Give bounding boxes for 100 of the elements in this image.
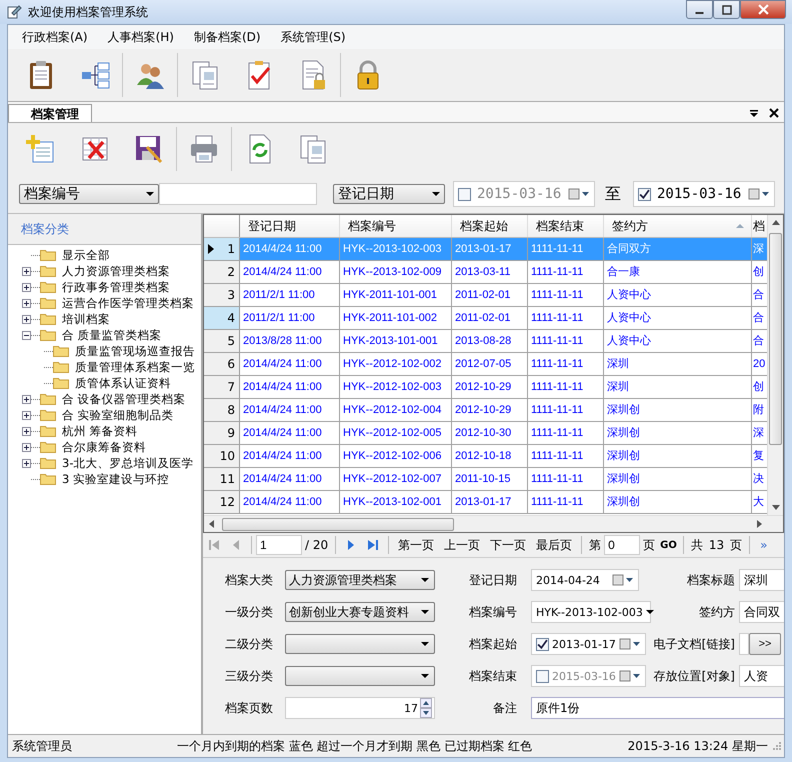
minimize-button[interactable] (686, 0, 713, 19)
to-date-picker[interactable]: 2015-03-16 (633, 181, 775, 207)
row-header[interactable]: 9 (204, 422, 240, 444)
tree-item[interactable]: 合 实验室细胞制品类 (62, 408, 174, 422)
expander-icon[interactable] (22, 282, 31, 292)
page-count-spinner[interactable]: 17 (285, 697, 435, 719)
expander-icon[interactable] (22, 266, 31, 276)
tree-item[interactable]: 显示全部 (62, 248, 110, 262)
menu-item[interactable]: 人事档案(H) (100, 26, 182, 48)
column-header[interactable]: 档案编号 (340, 215, 452, 237)
from-date-checkbox[interactable] (458, 188, 471, 200)
menu-item[interactable]: 系统管理(S) (272, 26, 354, 48)
goto-page-input[interactable]: 0 (604, 535, 640, 555)
spin-arrows-icon[interactable] (420, 698, 432, 718)
row-header[interactable]: 7 (204, 376, 240, 398)
expander-icon[interactable] (22, 314, 31, 324)
table-cell: 1111-11-11 (528, 284, 604, 306)
panel-tab[interactable]: 档案管理 (8, 104, 92, 122)
column-header[interactable]: 档 (752, 215, 767, 237)
page-input[interactable]: 1 (256, 535, 302, 555)
calendar-icon[interactable] (568, 188, 590, 200)
from-date-picker[interactable]: 2015-03-16 (453, 181, 595, 207)
close-icon[interactable] (768, 107, 780, 119)
expander-icon[interactable] (22, 298, 31, 308)
category-dropdown[interactable]: 创新创业大赛专题资料 (285, 602, 435, 622)
text-field[interactable] (739, 633, 749, 655)
tree-item[interactable]: 3-北大、罗总培训及医学 (62, 456, 194, 470)
tree-item[interactable]: 质管体系认证资料 (75, 376, 171, 390)
row-header[interactable]: 3 (204, 284, 240, 306)
row-header[interactable]: 11 (204, 468, 240, 490)
category-dropdown[interactable] (285, 634, 435, 654)
tree-item[interactable]: 人力资源管理类档案 (62, 264, 170, 278)
dropdown-icon[interactable] (748, 107, 760, 119)
tree-item[interactable]: 质量管理体系档案一览 (75, 360, 195, 374)
scrollbar-thumb[interactable] (222, 518, 454, 530)
row-header[interactable]: 6 (204, 353, 240, 375)
text-field[interactable]: 深圳 (739, 569, 784, 591)
category-dropdown[interactable] (285, 666, 435, 686)
maximize-button[interactable] (713, 0, 740, 19)
tree-item[interactable]: 质量监管现场巡查报告 (75, 344, 195, 358)
date-picker[interactable]: 2013-01-17 (531, 633, 646, 655)
expander-icon[interactable] (22, 330, 31, 340)
to-date-checkbox[interactable] (638, 188, 651, 200)
menu-item[interactable]: 行政档案(A) (14, 26, 96, 48)
column-header[interactable]: 档案起始 (452, 215, 528, 237)
tree-item[interactable]: 合 质量监管类档案 (62, 328, 162, 342)
pager-link[interactable]: 上一页 (444, 536, 480, 554)
field-dropdown[interactable]: 档案编号 (19, 184, 159, 204)
resize-grip-icon[interactable] (772, 741, 782, 751)
expander-icon[interactable] (22, 394, 31, 404)
tree-item[interactable]: 培训档案 (62, 312, 110, 326)
search-field[interactable] (159, 183, 317, 205)
expander-icon[interactable] (22, 458, 31, 468)
pager-link[interactable]: 第一页 (398, 536, 434, 554)
column-header[interactable]: 档案结束 (528, 215, 604, 237)
row-header[interactable]: 1 (204, 238, 240, 260)
close-button[interactable] (740, 0, 786, 19)
row-header[interactable]: 5 (204, 330, 240, 352)
browse-button[interactable]: >> (749, 633, 781, 655)
column-header[interactable]: 登记日期 (240, 215, 340, 237)
pager-link[interactable]: 最后页 (536, 536, 572, 554)
date-checkbox[interactable] (536, 638, 549, 650)
save-icon[interactable] (133, 133, 165, 165)
column-header[interactable]: 签约方 (604, 215, 752, 237)
scrollbar-thumb[interactable] (769, 233, 782, 445)
tree-item[interactable]: 杭州 筹备资料 (62, 424, 138, 438)
tree-item[interactable]: 合尔康筹备资料 (62, 440, 146, 454)
expander-icon[interactable] (22, 426, 31, 436)
expander-icon[interactable] (22, 410, 31, 420)
calendar-icon[interactable] (748, 188, 770, 200)
text-field[interactable]: 人资 (739, 665, 784, 687)
tree-item[interactable]: 3 实验室建设与环控 (62, 472, 169, 486)
calendar-icon[interactable] (612, 574, 634, 586)
expander-icon[interactable] (22, 442, 31, 452)
row-header[interactable]: 10 (204, 445, 240, 467)
tree-item[interactable]: 合 设备仪器管理类档案 (62, 392, 186, 406)
tree-item[interactable]: 行政事务管理类档案 (62, 280, 170, 294)
row-header[interactable]: 4 (204, 307, 240, 329)
go-button[interactable]: GO (658, 540, 679, 550)
printer-icon[interactable] (188, 133, 220, 165)
overflow-button[interactable]: » (760, 538, 768, 552)
table-cell: 2012-10-29 (452, 399, 528, 421)
row-header[interactable]: 12 (204, 491, 240, 513)
date-field-dropdown[interactable]: 登记日期 (333, 184, 445, 204)
calendar-icon[interactable] (618, 638, 641, 650)
last-page-icon[interactable] (367, 539, 380, 551)
note-field[interactable]: 原件1份 (531, 697, 784, 719)
category-dropdown[interactable]: 人力资源管理类档案 (285, 570, 435, 590)
date-picker[interactable]: 2015-03-16 (531, 665, 646, 687)
calendar-icon[interactable] (618, 670, 641, 682)
row-header[interactable]: 8 (204, 399, 240, 421)
menu-item[interactable]: 制备档案(D) (186, 26, 269, 48)
pager-link[interactable]: 下一页 (490, 536, 526, 554)
text-field[interactable]: 合同双 (739, 601, 784, 623)
date-picker[interactable]: 2014-04-24 (531, 569, 639, 591)
row-header[interactable]: 2 (204, 261, 240, 283)
date-checkbox[interactable] (536, 670, 549, 682)
number-combo[interactable]: HYK--2013-102-003 (531, 601, 651, 623)
tree-item[interactable]: 运营合作医学管理类档案 (62, 296, 194, 310)
row-pointer-icon (208, 244, 214, 254)
